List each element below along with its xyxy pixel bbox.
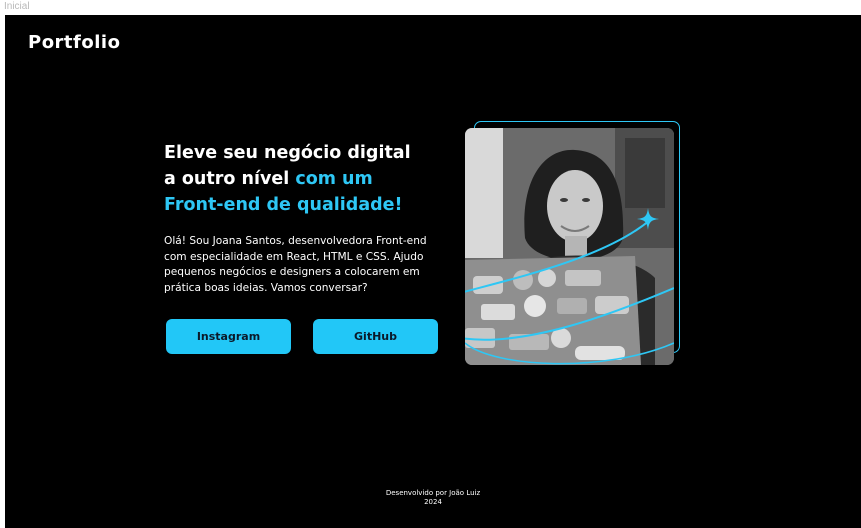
footer-credit: Desenvolvido por João Luiz	[385, 489, 481, 497]
footer-year: 2024	[424, 498, 442, 506]
headline-line-2-plain: a outro nível	[164, 169, 296, 189]
hero-headline: Eleve seu negócio digital a outro nível …	[164, 140, 464, 218]
brand-logo[interactable]: Portfolio	[28, 32, 120, 53]
headline-line-2-accent: com um	[295, 169, 373, 189]
profile-photo	[465, 128, 674, 365]
headline-line-3: Front-end de qualidade!	[164, 195, 403, 215]
frame-label: Inicial	[4, 1, 30, 12]
headline-line-1: Eleve seu negócio digital	[164, 143, 411, 163]
portfolio-page: Portfolio Eleve seu negócio digital a ou…	[5, 15, 861, 528]
instagram-button[interactable]: Instagram	[166, 319, 291, 354]
hero-intro: Olá! Sou Joana Santos, desenvolvedora Fr…	[164, 235, 427, 294]
github-button[interactable]: GitHub	[313, 319, 438, 354]
headline-line-2: a outro nível com um	[164, 166, 464, 192]
footer: Desenvolvido por João Luiz 2024	[5, 489, 861, 507]
sparkle-icon	[637, 208, 659, 230]
